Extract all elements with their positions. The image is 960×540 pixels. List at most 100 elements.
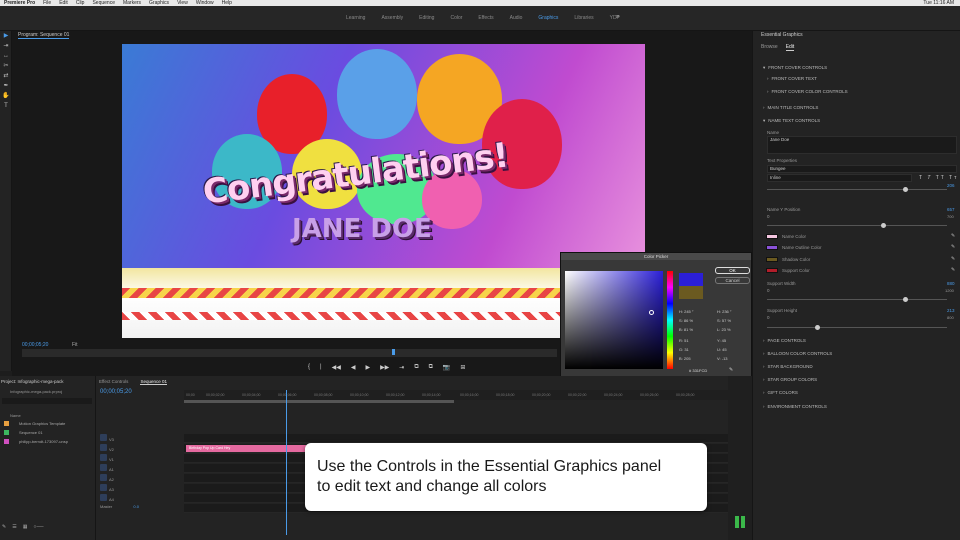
track-header-a2[interactable]: A2 bbox=[100, 474, 184, 483]
name-column-header[interactable]: Name bbox=[10, 413, 21, 418]
work-area-bar[interactable] bbox=[184, 400, 454, 403]
go-to-in-icon[interactable]: ◀◀ bbox=[332, 364, 341, 371]
razor-tool-icon[interactable]: ✂ bbox=[0, 61, 12, 71]
section-main-title-controls[interactable]: › MAIN TITLE CONTROLS bbox=[763, 105, 818, 110]
pen-tool-icon[interactable]: ✒ bbox=[0, 81, 12, 91]
support-height-slider-knob[interactable] bbox=[815, 325, 820, 330]
cancel-button[interactable]: Cancel bbox=[715, 277, 750, 284]
text-style-buttons[interactable]: T T TT Tт bbox=[919, 175, 958, 181]
hsb-saturation-field[interactable]: S: 86 % bbox=[679, 318, 693, 323]
name-y-position-value[interactable]: 657 bbox=[947, 207, 955, 212]
program-playhead[interactable] bbox=[392, 349, 395, 355]
project-item-image[interactable]: philipp-berndt-173097-unsp bbox=[4, 439, 68, 445]
timeline-timecode[interactable]: 00;00;05;20 bbox=[100, 389, 132, 395]
track-lane-v3[interactable] bbox=[184, 434, 728, 443]
font-size-slider[interactable] bbox=[767, 189, 947, 190]
step-forward-icon[interactable]: ▶▶ bbox=[380, 364, 389, 371]
rgb-red-field[interactable]: R: 51 bbox=[679, 338, 689, 343]
track-header-v2[interactable]: V2 bbox=[100, 444, 184, 453]
hand-tool-icon[interactable]: ✋ bbox=[0, 91, 12, 101]
mark-out-icon[interactable]: | bbox=[320, 364, 322, 371]
workspace-graphics[interactable]: Graphics bbox=[530, 15, 566, 21]
project-item-mogrt[interactable]: Motion Graphics Template bbox=[4, 421, 65, 427]
track-header-a1[interactable]: A1 bbox=[100, 464, 184, 473]
yuv-v-field[interactable]: V: -13 bbox=[717, 356, 728, 361]
section-star-background[interactable]: › STAR BACKGROUND bbox=[763, 364, 813, 369]
section-star-group-colors[interactable]: › STAR GROUP COLORS bbox=[763, 377, 817, 382]
hsl-hue-field[interactable]: H: 236 ° bbox=[717, 309, 732, 314]
track-header-a4[interactable]: A4 bbox=[100, 494, 184, 503]
selection-tool-icon[interactable]: ▶ bbox=[0, 31, 12, 41]
rgb-blue-field[interactable]: B: 205 bbox=[679, 356, 691, 361]
section-gift-colors[interactable]: › GIFT COLORS bbox=[763, 390, 798, 395]
workspace-color[interactable]: Color bbox=[442, 15, 470, 21]
time-ruler[interactable]: 00;00 00;00;02;00 00;00;04;00 00;00;06;0… bbox=[184, 390, 728, 400]
track-target-a3[interactable] bbox=[100, 484, 107, 491]
name-color-swatch[interactable] bbox=[766, 234, 778, 239]
support-width-value[interactable]: 880 bbox=[947, 281, 955, 286]
track-target-v1[interactable] bbox=[100, 454, 107, 461]
eyedropper-icon[interactable]: ✎ bbox=[951, 244, 955, 250]
project-search-input[interactable] bbox=[2, 398, 92, 404]
color-field-marker[interactable] bbox=[649, 310, 654, 315]
icon-view-icon[interactable]: ▦ bbox=[23, 524, 28, 530]
master-volume-value[interactable]: 0.0 bbox=[133, 504, 139, 509]
zoom-fit-select[interactable]: Fit bbox=[72, 342, 78, 348]
font-dropdown[interactable]: Bungee bbox=[767, 165, 957, 173]
track-target-v3[interactable] bbox=[100, 434, 107, 441]
workspaces-more-icon[interactable]: » bbox=[616, 14, 619, 20]
program-timecode[interactable]: 00;00;05;20 bbox=[22, 342, 48, 348]
eyedropper-icon[interactable]: ✎ bbox=[951, 233, 955, 239]
track-select-tool-icon[interactable]: ⇥ bbox=[0, 41, 12, 51]
tab-edit[interactable]: Edit bbox=[785, 44, 795, 51]
track-header-master[interactable]: Master 0.0 bbox=[100, 504, 184, 513]
section-front-cover-controls[interactable]: ▾ FRONT COVER CONTROLS bbox=[763, 65, 827, 71]
section-front-cover-text[interactable]: › FRONT COVER TEXT bbox=[767, 76, 817, 81]
project-tab[interactable]: Project: Infographic-mega-pack bbox=[1, 379, 64, 384]
button-editor-icon[interactable]: ⊞ bbox=[460, 364, 465, 371]
track-header-v1[interactable]: V1 bbox=[100, 454, 184, 463]
rgb-green-field[interactable]: G: 31 bbox=[679, 347, 689, 352]
step-back-icon[interactable]: ◀ bbox=[351, 364, 356, 371]
tab-effect-controls[interactable]: Effect Controls bbox=[99, 379, 128, 385]
workspace-learning[interactable]: Learning bbox=[338, 15, 373, 21]
track-target-a2[interactable] bbox=[100, 474, 107, 481]
hsl-saturation-field[interactable]: S: 57 % bbox=[717, 318, 731, 323]
eyedropper-icon[interactable]: ✎ bbox=[729, 367, 733, 373]
section-balloon-color-controls[interactable]: › BALLOON COLOR CONTROLS bbox=[763, 351, 832, 356]
workspace-libraries[interactable]: Libraries bbox=[566, 15, 601, 21]
lift-icon[interactable]: ⧉ bbox=[414, 364, 418, 371]
mark-in-icon[interactable]: { bbox=[308, 364, 310, 371]
section-page-controls[interactable]: › PAGE CONTROLS bbox=[763, 338, 806, 343]
shadow-color-swatch[interactable] bbox=[766, 257, 778, 262]
project-item-sequence[interactable]: Sequence 01 bbox=[4, 430, 43, 436]
ok-button[interactable]: OK bbox=[715, 267, 750, 274]
workspace-assembly[interactable]: Assembly bbox=[373, 15, 411, 21]
track-header-a3[interactable]: A3 bbox=[100, 484, 184, 493]
name-y-slider-knob[interactable] bbox=[881, 223, 886, 228]
color-field[interactable] bbox=[565, 271, 663, 369]
track-target-v2[interactable] bbox=[100, 444, 107, 451]
section-environment-controls[interactable]: › ENVIRONMENT CONTROLS bbox=[763, 404, 827, 409]
hue-slider[interactable] bbox=[667, 271, 673, 369]
support-color-swatch[interactable] bbox=[766, 268, 778, 273]
hex-field[interactable]: # 331FCD bbox=[689, 368, 707, 373]
eyedropper-icon[interactable]: ✎ bbox=[951, 256, 955, 262]
timeline-playhead[interactable] bbox=[286, 390, 287, 535]
yuv-y-field[interactable]: Y: 45 bbox=[717, 338, 726, 343]
name-y-slider[interactable] bbox=[767, 225, 947, 226]
hsb-brightness-field[interactable]: B: 81 % bbox=[679, 327, 693, 332]
color-picker-title[interactable]: Color Picker bbox=[561, 253, 751, 260]
slip-tool-icon[interactable]: ⇄ bbox=[0, 71, 12, 81]
workspace-audio[interactable]: Audio bbox=[502, 15, 531, 21]
go-to-out-icon[interactable]: ⇥ bbox=[399, 364, 404, 371]
extract-icon[interactable]: ⧉ bbox=[429, 364, 433, 371]
name-outline-color-swatch[interactable] bbox=[766, 245, 778, 250]
program-monitor-title[interactable]: Program: Sequence 01 bbox=[18, 32, 70, 39]
font-style-dropdown[interactable]: Inline bbox=[767, 174, 912, 182]
list-view-icon[interactable]: ☰ bbox=[12, 524, 16, 530]
timeline-clip[interactable]: Birthday Pop Up Card Hey bbox=[186, 445, 306, 452]
workspace-editing[interactable]: Editing bbox=[411, 15, 442, 21]
play-icon[interactable]: ▶ bbox=[365, 364, 370, 371]
support-height-slider[interactable] bbox=[767, 327, 947, 328]
